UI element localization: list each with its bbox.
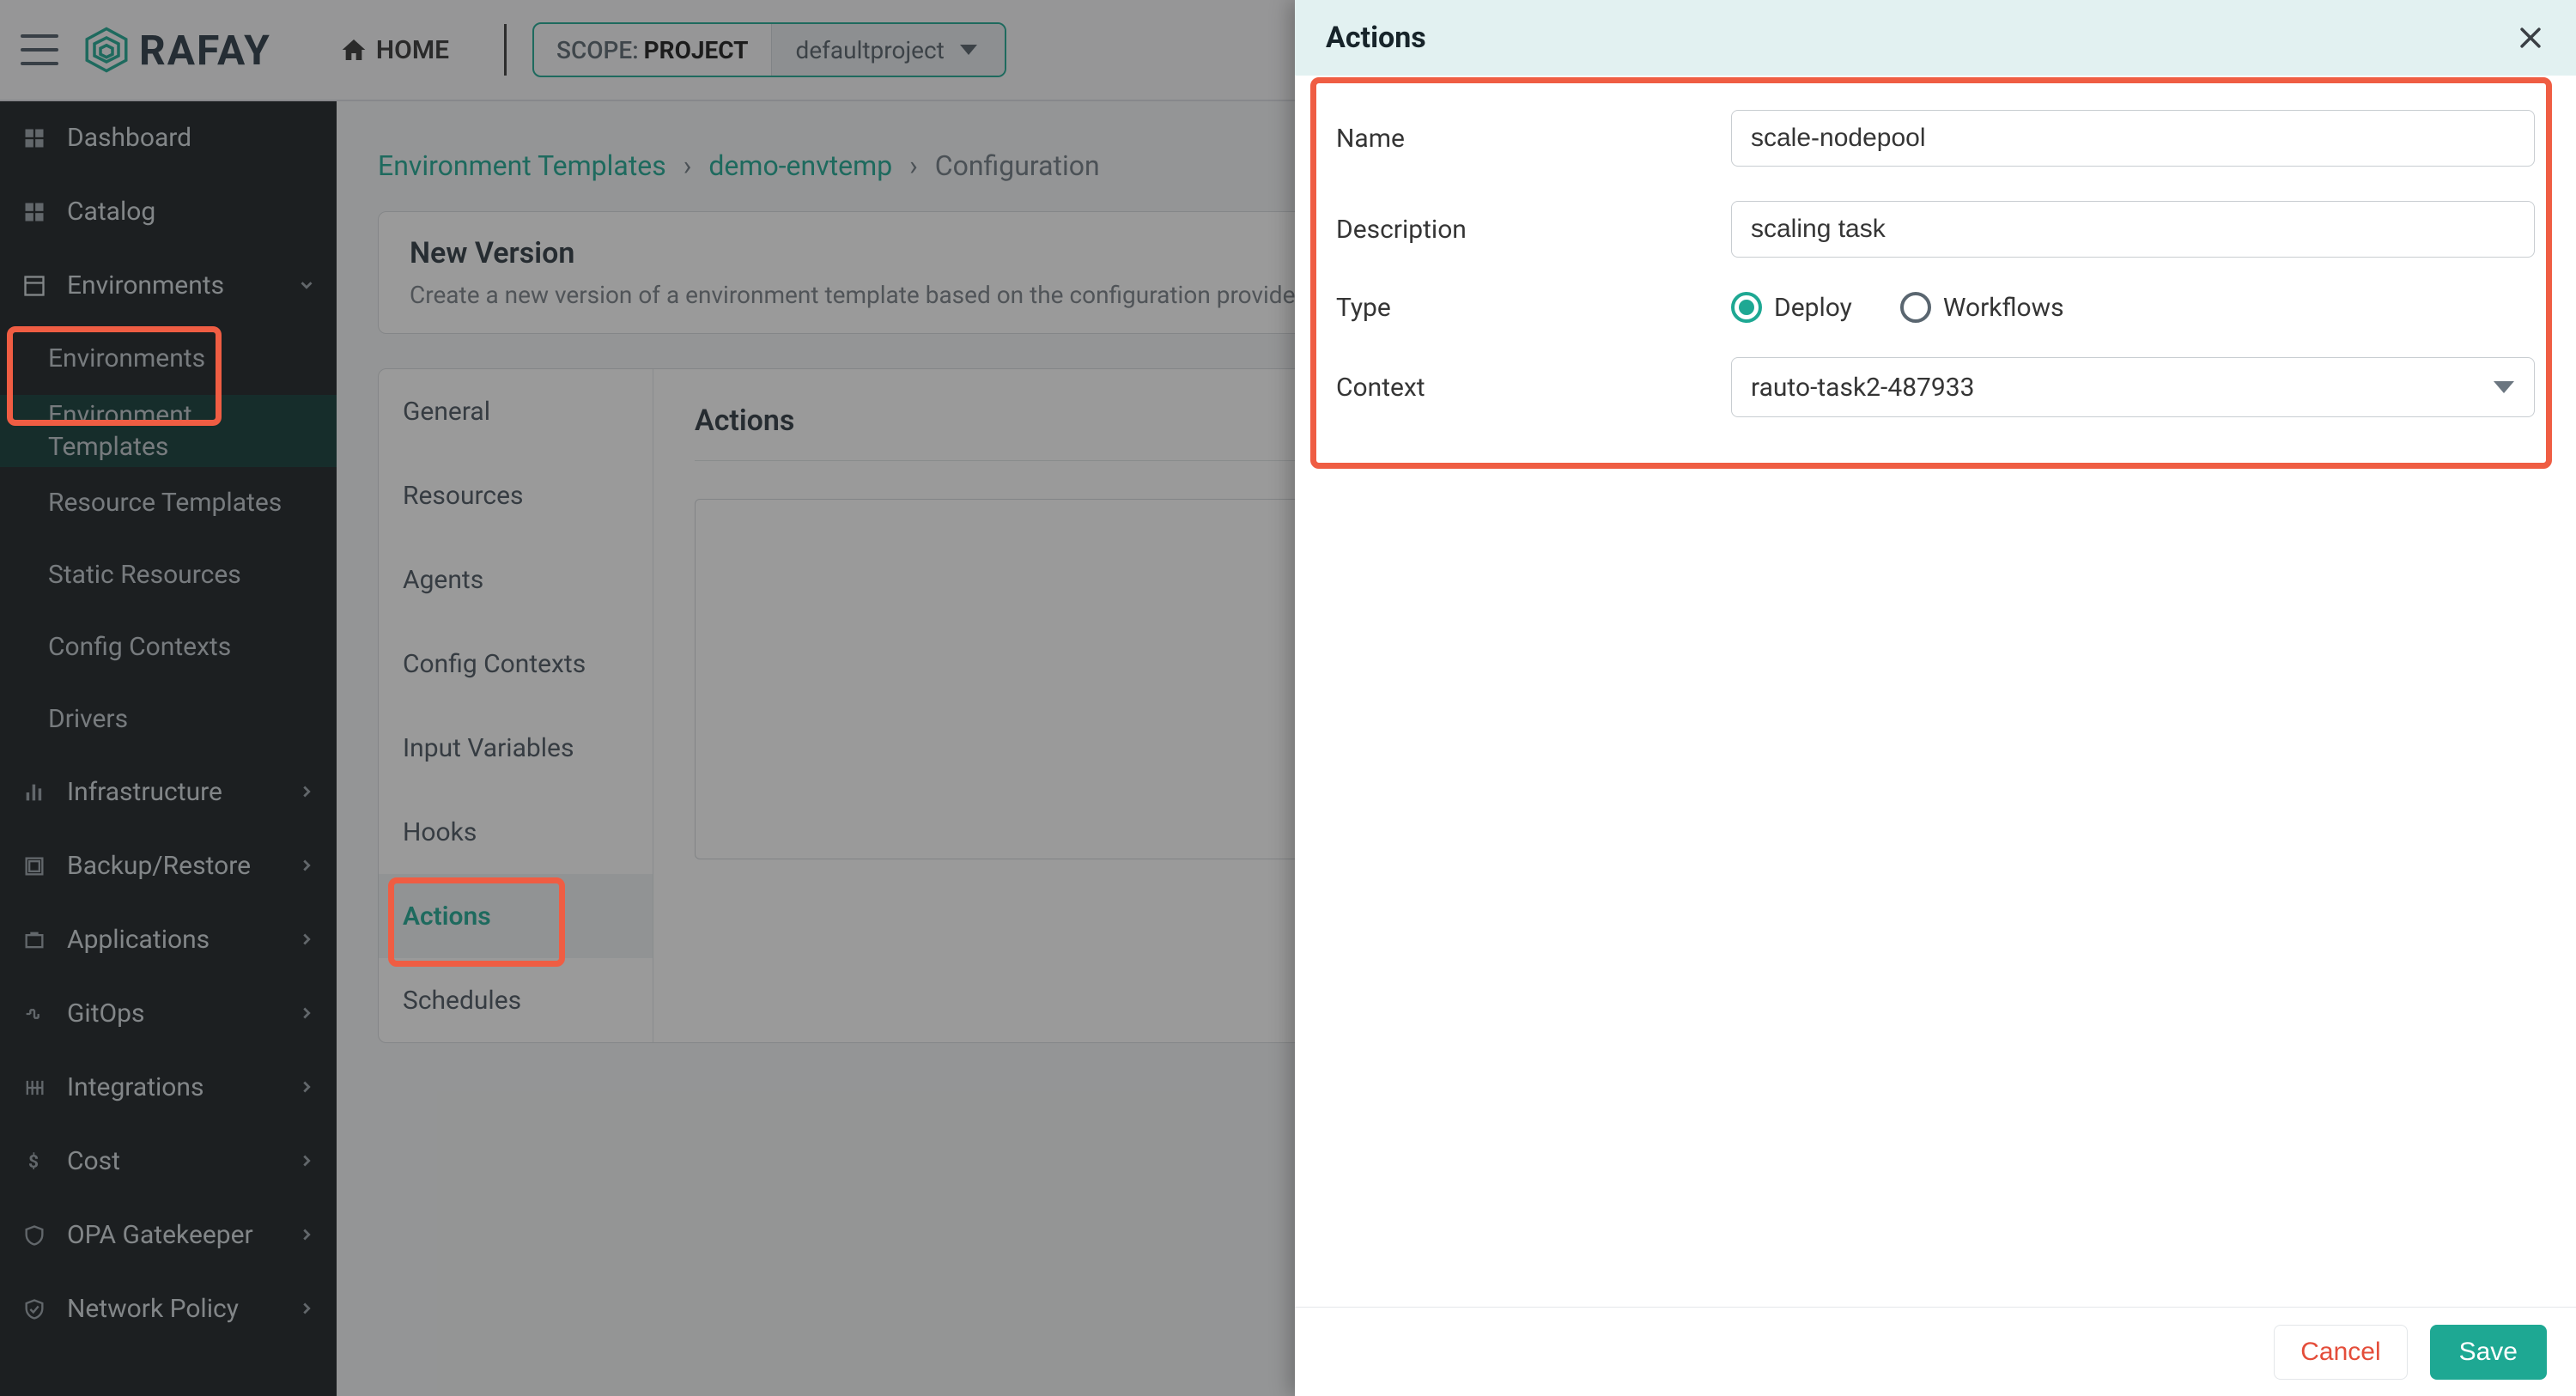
description-label: Description [1336, 215, 1731, 245]
context-value: rauto-task2-487933 [1751, 373, 1975, 403]
form-row-type: Type Deploy Workflows [1336, 292, 2535, 323]
description-input[interactable] [1731, 201, 2535, 258]
type-label: Type [1336, 293, 1731, 323]
form-row-name: Name [1336, 110, 2535, 167]
drawer-header: Actions [1295, 0, 2576, 76]
radio-workflows[interactable]: Workflows [1900, 292, 2064, 323]
drawer-footer: Cancel Save [1295, 1307, 2576, 1396]
form-row-context: Context rauto-task2-487933 [1336, 357, 2535, 417]
actions-drawer: Actions Name Description Type Deploy Wor… [1295, 0, 2576, 1396]
context-select[interactable]: rauto-task2-487933 [1731, 357, 2535, 417]
form-row-description: Description [1336, 201, 2535, 258]
drawer-body: Name Description Type Deploy Workflows C… [1295, 76, 2576, 1307]
save-button[interactable]: Save [2430, 1325, 2547, 1380]
radio-deploy[interactable]: Deploy [1731, 292, 1852, 323]
radio-icon [1731, 292, 1762, 323]
cancel-button[interactable]: Cancel [2274, 1325, 2407, 1380]
radio-icon [1900, 292, 1931, 323]
name-label: Name [1336, 124, 1731, 154]
close-button[interactable] [2516, 23, 2545, 52]
chevron-down-icon [2494, 381, 2514, 393]
close-icon [2516, 23, 2545, 52]
context-label: Context [1336, 373, 1731, 403]
radio-label: Workflows [1943, 293, 2064, 323]
drawer-title: Actions [1326, 21, 1426, 55]
name-input[interactable] [1731, 110, 2535, 167]
radio-label: Deploy [1774, 293, 1852, 323]
